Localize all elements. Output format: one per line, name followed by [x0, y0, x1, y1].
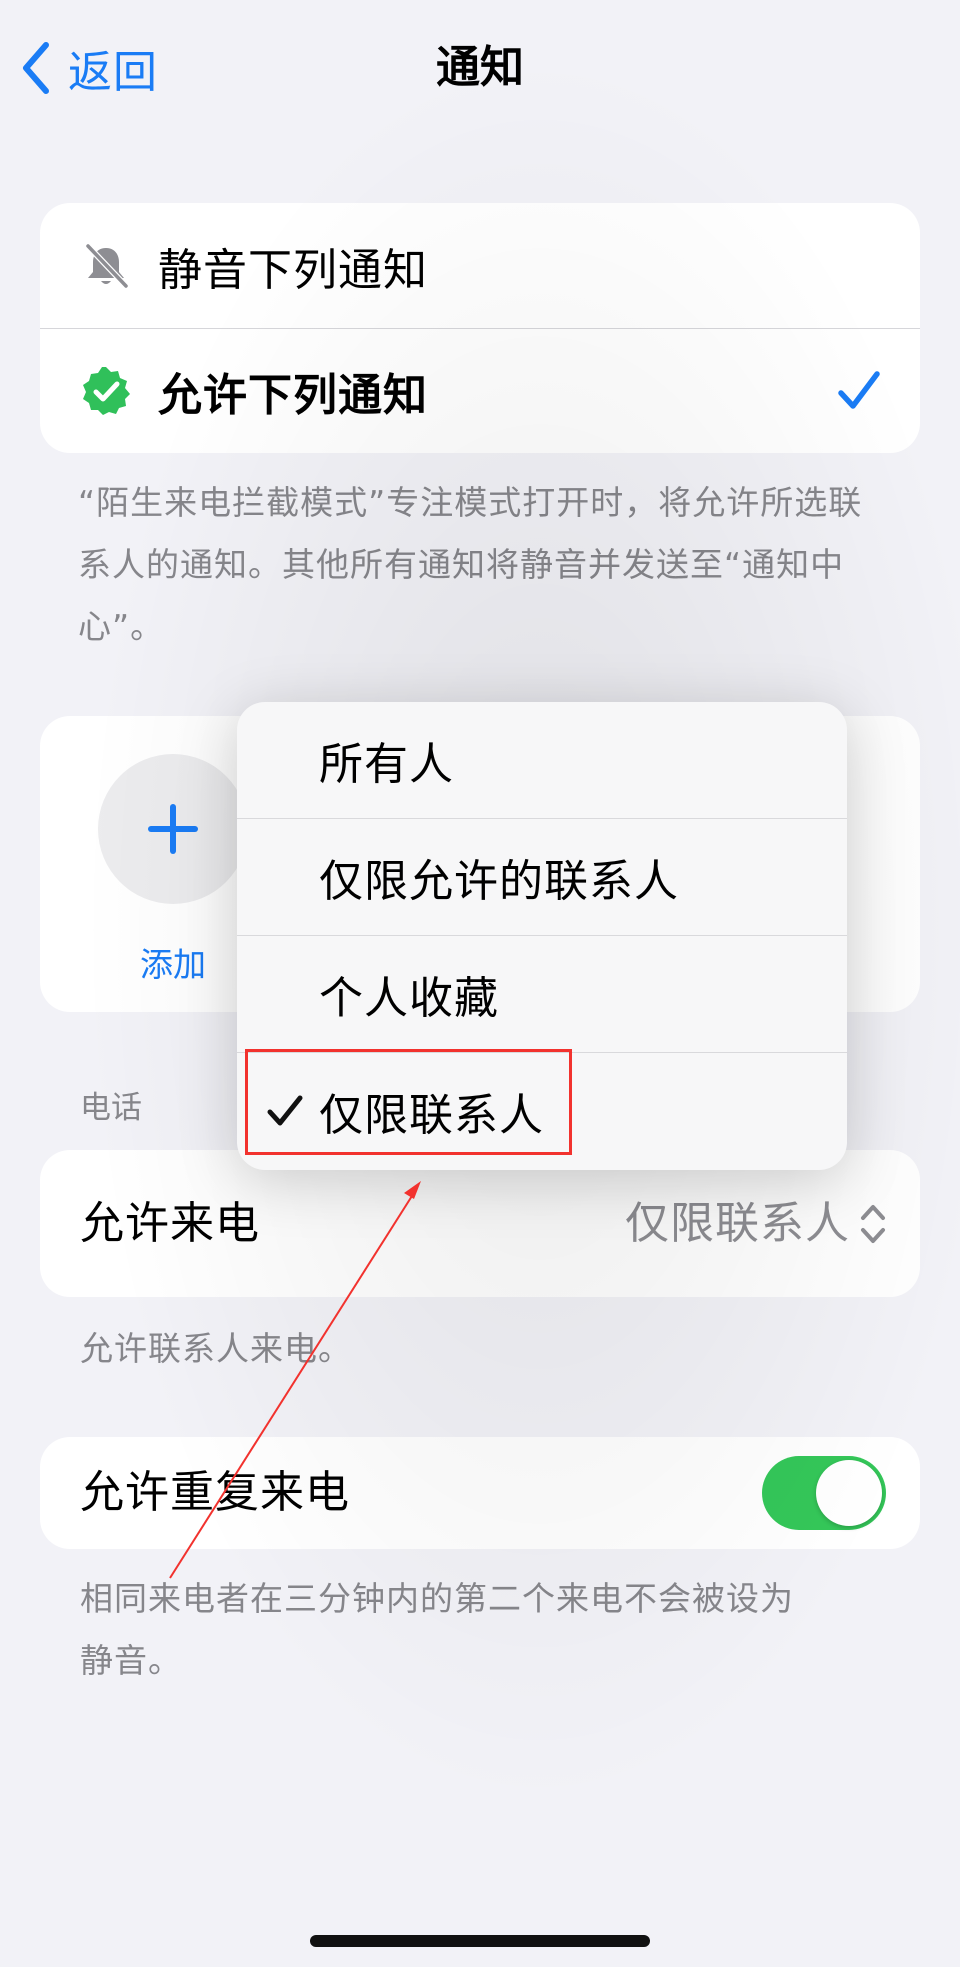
allow-option[interactable]: 允许下列通知 — [40, 329, 920, 453]
notify-footnote: “陌生来电拦截模式”专注模式打开时，将允许所选联系人的通知。其他所有通知将静音并… — [78, 483, 863, 646]
allow-calls-label: 允许来电 — [80, 1198, 260, 1249]
allow-label: 允许下列通知 — [158, 370, 428, 421]
verified-badge-icon — [83, 367, 130, 415]
menu-item-favorites[interactable]: 个人收藏 — [237, 936, 847, 1052]
repeat-calls-label: 允许重复来电 — [80, 1467, 350, 1518]
mute-label: 静音下列通知 — [158, 244, 428, 296]
plus-icon — [148, 804, 198, 854]
repeat-calls-footnote: 相同来电者在三分钟内的第二个来电不会被设为静音。 — [80, 1579, 794, 1680]
notify-mode-card: 静音下列通知 允许下列通知 — [40, 203, 920, 453]
allow-calls-footnote: 允许联系人来电。 — [80, 1329, 352, 1368]
menu-item-allowed-contacts[interactable]: 仅限允许的联系人 — [237, 819, 847, 935]
allow-calls-row[interactable]: 允许来电 仅限联系人 — [40, 1150, 920, 1297]
allow-calls-value[interactable]: 仅限联系人 — [625, 1150, 850, 1297]
home-indicator[interactable] — [310, 1935, 650, 1947]
checkmark-icon — [838, 371, 880, 409]
annotation-highlight-box — [245, 1049, 572, 1155]
page-title: 通知 — [436, 42, 524, 93]
menu-item-label: 个人收藏 — [319, 973, 499, 1024]
toggle-knob — [816, 1460, 882, 1526]
mute-option[interactable]: 静音下列通知 — [40, 203, 920, 328]
add-label[interactable]: 添加 — [98, 938, 248, 986]
repeat-calls-row: 允许重复来电 — [40, 1437, 920, 1549]
menu-item-everyone[interactable]: 所有人 — [237, 702, 847, 818]
menu-item-label: 仅限允许的联系人 — [319, 856, 679, 907]
bell-slash-icon — [85, 243, 129, 288]
chevron-up-down-icon — [861, 1205, 885, 1243]
repeat-calls-toggle[interactable] — [762, 1456, 886, 1530]
phone-section-header: 电话 — [80, 1090, 142, 1126]
add-person-button[interactable] — [98, 754, 248, 904]
menu-item-label: 所有人 — [319, 739, 454, 790]
